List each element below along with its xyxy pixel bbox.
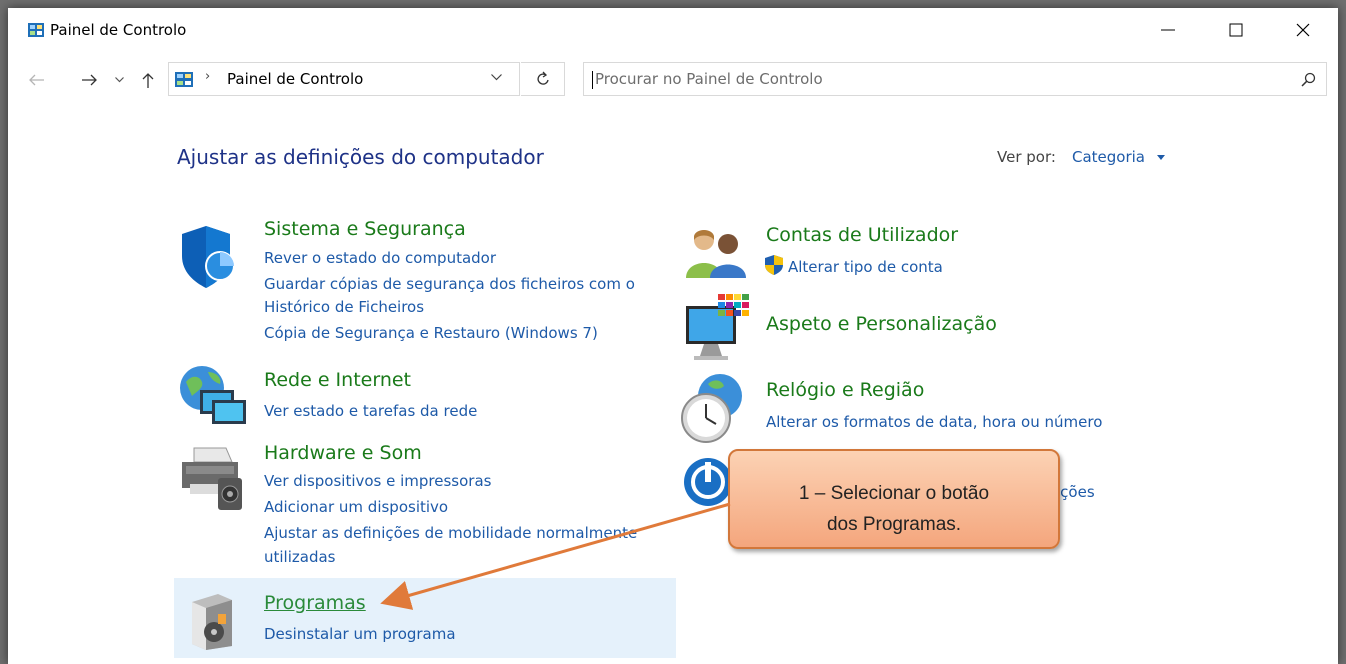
refresh-button[interactable] (521, 62, 565, 96)
annotation-callout: 1 – Selecionar o botão dos Programas. (728, 449, 1060, 549)
callout-line-1: 1 – Selecionar o botão (798, 483, 990, 504)
category-title-programs[interactable]: Programas (264, 592, 366, 614)
link-backup-file-history-cont[interactable]: Histórico de Ficheiros (264, 298, 424, 316)
users-icon[interactable] (684, 226, 748, 278)
category-title-system-security[interactable]: Sistema e Segurança (264, 218, 466, 240)
link-change-account-type[interactable]: Alterar tipo de conta (788, 258, 943, 276)
maximize-button[interactable] (1213, 8, 1259, 52)
link-uninstall-program[interactable]: Desinstalar um programa (264, 625, 456, 643)
category-title-appearance[interactable]: Aspeto e Personalização (766, 313, 997, 335)
link-ease-of-access-partial[interactable]: ições (1056, 483, 1095, 501)
chevron-down-icon (114, 77, 124, 83)
link-add-device[interactable]: Adicionar um dispositivo (264, 498, 448, 516)
shield-icon[interactable] (180, 224, 238, 290)
forward-arrow-icon (82, 74, 97, 86)
programs-category-highlight[interactable] (174, 578, 676, 658)
link-mobility-settings-cont[interactable]: utilizadas (264, 548, 335, 566)
uac-shield-icon (765, 255, 783, 275)
category-title-hardware-sound[interactable]: Hardware e Som (264, 442, 422, 464)
category-title-network-internet[interactable]: Rede e Internet (264, 369, 411, 391)
refresh-icon (536, 71, 549, 85)
network-globe-icon[interactable] (178, 364, 248, 428)
callout-line-2: dos Programas. (826, 514, 962, 535)
view-by-dropdown[interactable]: Categoria (1072, 148, 1145, 166)
chevron-right-icon[interactable]: › (205, 69, 210, 84)
page-title: Ajustar as definições do computador (177, 145, 544, 169)
link-backup-restore-win7[interactable]: Cópia de Segurança e Restauro (Windows 7… (264, 324, 598, 342)
dropdown-arrow-icon[interactable] (1157, 155, 1165, 160)
search-icon[interactable] (1301, 72, 1316, 87)
programs-icon[interactable] (188, 592, 236, 652)
link-mobility-settings[interactable]: Ajustar as definições de mobilidade norm… (264, 524, 637, 542)
back-button[interactable] (24, 68, 48, 92)
forward-button[interactable] (78, 68, 102, 92)
search-input[interactable]: Procurar no Painel de Controlo (583, 62, 1327, 96)
link-devices-printers[interactable]: Ver dispositivos e impressoras (264, 472, 491, 490)
ease-of-access-icon[interactable] (682, 454, 734, 510)
control-panel-window: Painel de Controlo › Painel de Controlo … (8, 8, 1338, 664)
minimize-button[interactable] (1145, 8, 1191, 52)
category-title-clock-region[interactable]: Relógio e Região (766, 379, 924, 401)
control-panel-icon (175, 72, 193, 87)
maximize-icon (1229, 23, 1243, 37)
close-icon (1296, 23, 1310, 37)
navigation-bar: › Painel de Controlo Procurar no Painel … (8, 58, 1338, 102)
link-change-date-formats[interactable]: Alterar os formatos de data, hora ou núm… (766, 413, 1102, 431)
window-title: Painel de Controlo (50, 21, 187, 39)
address-bar[interactable]: › Painel de Controlo (168, 62, 520, 96)
printer-icon[interactable] (180, 444, 246, 514)
breadcrumb[interactable]: Painel de Controlo (227, 70, 363, 88)
back-arrow-icon (29, 74, 44, 86)
close-button[interactable] (1280, 8, 1326, 52)
minimize-icon (1161, 29, 1175, 31)
clock-globe-icon[interactable] (680, 372, 748, 444)
link-network-status[interactable]: Ver estado e tarefas da rede (264, 402, 477, 420)
monitor-palette-icon[interactable] (684, 294, 750, 364)
annotation-arrow (380, 502, 731, 610)
up-arrow-icon (142, 73, 154, 88)
up-button[interactable] (138, 68, 158, 92)
link-review-computer-status[interactable]: Rever o estado do computador (264, 249, 496, 267)
text-caret (592, 71, 593, 89)
category-title-user-accounts[interactable]: Contas de Utilizador (766, 224, 958, 246)
callout-text: 1 – Selecionar o botão dos Programas. (730, 478, 1058, 540)
chevron-down-icon[interactable] (491, 74, 502, 81)
recent-locations-button[interactable] (112, 68, 126, 92)
search-placeholder: Procurar no Painel de Controlo (595, 70, 823, 88)
title-bar: Painel de Controlo (8, 8, 1338, 52)
control-panel-icon (28, 23, 44, 37)
link-backup-file-history[interactable]: Guardar cópias de segurança dos ficheiro… (264, 275, 635, 293)
view-by-label: Ver por: (997, 148, 1056, 166)
